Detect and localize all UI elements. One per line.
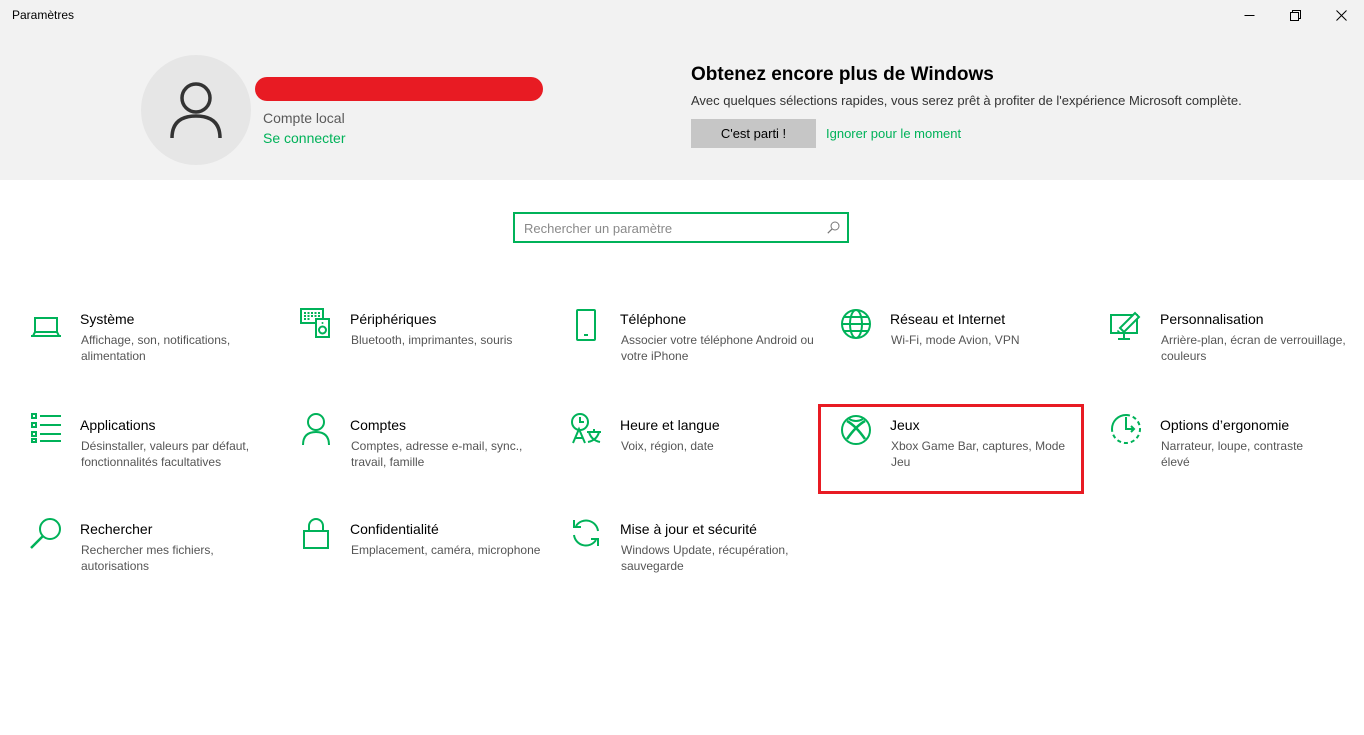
- search-icon: [827, 221, 840, 234]
- category-description: Affichage, son, notifications, alimentat…: [81, 333, 231, 363]
- avatar: [141, 55, 251, 165]
- category-systeme[interactable]: Système Affichage, son, notifications, a…: [30, 311, 280, 391]
- minimize-icon: [1244, 14, 1254, 16]
- close-icon: [1335, 9, 1347, 21]
- category-description: Voix, région, date: [621, 439, 714, 453]
- restore-icon: [1289, 9, 1301, 21]
- category-ergonomie[interactable]: Options d’ergonomie Narrateur, loupe, co…: [1110, 413, 1360, 493]
- promo-description: Avec quelques sélections rapides, vous s…: [691, 93, 1242, 108]
- search-box[interactable]: [513, 212, 849, 243]
- category-reseau[interactable]: Réseau et Internet Wi-Fi, mode Avion, VP…: [840, 308, 1090, 388]
- category-comptes[interactable]: Comptes Comptes, adresse e-mail, sync., …: [300, 413, 550, 493]
- person-icon: [300, 413, 332, 446]
- category-description: Bluetooth, imprimantes, souris: [351, 333, 513, 347]
- category-description: Associer votre téléphone Android ou votr…: [621, 333, 814, 363]
- category-title: Périphériques: [350, 311, 437, 327]
- category-peripheriques[interactable]: Périphériques Bluetooth, imprimantes, so…: [300, 306, 550, 386]
- category-confidentialite[interactable]: Confidentialité Emplacement, caméra, mic…: [300, 517, 550, 597]
- category-title: Réseau et Internet: [890, 311, 1006, 327]
- restore-button[interactable]: [1272, 0, 1318, 30]
- lock-icon: [300, 517, 332, 549]
- category-rechercher[interactable]: Rechercher Rechercher mes fichiers, auto…: [30, 517, 280, 597]
- phone-icon: [570, 309, 602, 341]
- category-description: Emplacement, caméra, microphone: [351, 543, 541, 557]
- category-title: Téléphone: [620, 311, 687, 327]
- category-title: Confidentialité: [350, 521, 439, 537]
- account-header: Compte local Se connecter Obtenez encore…: [0, 30, 1364, 180]
- category-description: Comptes, adresse e-mail, sync., travail,…: [351, 439, 523, 469]
- person-icon: [170, 82, 222, 139]
- account-type: Compte local: [263, 110, 345, 126]
- skip-link[interactable]: Ignorer pour le moment: [826, 126, 961, 141]
- category-heure-langue[interactable]: Heure et langue Voix, région, date: [570, 412, 820, 492]
- laptop-icon: [30, 311, 62, 343]
- update-icon: [570, 517, 602, 549]
- get-started-button[interactable]: C'est parti !: [691, 119, 816, 148]
- category-telephone[interactable]: Téléphone Associer votre téléphone Andro…: [570, 309, 820, 389]
- category-title: Applications: [80, 417, 156, 433]
- category-title: Personnalisation: [1160, 311, 1264, 327]
- search-input[interactable]: [524, 219, 814, 237]
- sign-in-link[interactable]: Se connecter: [263, 130, 346, 146]
- category-title: Comptes: [350, 417, 407, 433]
- category-description: Désinstaller, valeurs par défaut, foncti…: [81, 439, 250, 469]
- category-title: Heure et langue: [620, 417, 720, 433]
- highlight-box: [818, 404, 1084, 494]
- paint-screen-icon: [1110, 309, 1142, 341]
- keyboard-speaker-icon: [300, 306, 332, 338]
- category-title: Options d’ergonomie: [1160, 417, 1290, 433]
- ease-of-access-icon: [1110, 413, 1142, 445]
- category-title: Système: [80, 311, 135, 327]
- category-description: Rechercher mes fichiers, autorisations: [81, 543, 214, 573]
- category-description: Wi-Fi, mode Avion, VPN: [891, 333, 1020, 347]
- window-title: Paramètres: [12, 8, 75, 22]
- redacted-username: [255, 77, 543, 101]
- time-language-icon: [570, 412, 602, 444]
- search-icon: [30, 517, 62, 549]
- category-mise-a-jour[interactable]: Mise à jour et sécurité Windows Update, …: [570, 517, 820, 597]
- minimize-button[interactable]: [1226, 0, 1272, 30]
- category-title: Mise à jour et sécurité: [620, 521, 757, 537]
- title-bar: Paramètres: [0, 0, 1364, 30]
- promo-title: Obtenez encore plus de Windows: [691, 64, 994, 85]
- apps-list-icon: [30, 412, 62, 444]
- globe-icon: [840, 308, 872, 340]
- category-description: Windows Update, récupération, sauvegarde: [621, 543, 789, 573]
- category-description: Arrière-plan, écran de verrouillage, cou…: [1161, 333, 1346, 363]
- category-title: Rechercher: [80, 521, 153, 537]
- category-applications[interactable]: Applications Désinstaller, valeurs par d…: [30, 412, 280, 492]
- close-button[interactable]: [1318, 0, 1364, 30]
- category-description: Narrateur, loupe, contraste élevé: [1161, 439, 1304, 469]
- category-personnalisation[interactable]: Personnalisation Arrière-plan, écran de …: [1110, 309, 1360, 389]
